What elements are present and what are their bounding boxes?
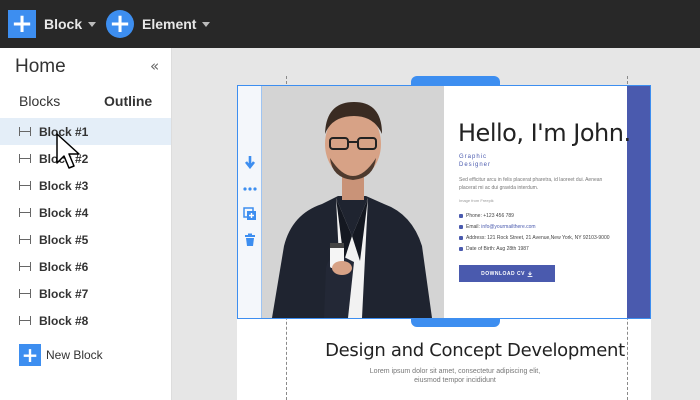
selected-block-outline[interactable] (237, 85, 651, 319)
caret-down-icon (202, 21, 211, 27)
outline-item-label: Block #3 (39, 178, 89, 193)
caret-down-icon (88, 21, 97, 27)
block-icon (19, 126, 31, 138)
new-block-button[interactable]: + New Block (19, 343, 103, 367)
page-title: Home (15, 56, 66, 77)
plus-icon: + (8, 10, 36, 38)
top-toolbar: + Block + Element (0, 0, 700, 48)
section-text: Lorem ipsum dolor sit amet, consectetur … (340, 367, 570, 385)
outline-item-label: Block #7 (39, 286, 89, 301)
add-element-label: Element (142, 16, 197, 32)
outline-item-block-7[interactable]: Block #7 (0, 280, 171, 307)
tab-outline[interactable]: Outline (104, 93, 152, 109)
block-drag-handle-bottom[interactable] (411, 318, 500, 327)
outline-item-block-8[interactable]: Block #8 (0, 307, 171, 334)
tab-blocks[interactable]: Blocks (19, 93, 60, 109)
collapse-sidebar-icon[interactable]: « (150, 57, 159, 75)
block-icon (19, 288, 31, 300)
section-heading: Design and Concept Development (325, 340, 625, 361)
outline-item-label: Block #6 (39, 259, 89, 274)
outline-item-block-1[interactable]: Block #1 (0, 118, 171, 145)
block-icon (19, 261, 31, 273)
outline-item-block-3[interactable]: Block #3 (0, 172, 171, 199)
outline-item-block-6[interactable]: Block #6 (0, 253, 171, 280)
block-icon (19, 207, 31, 219)
outline-item-label: Block #5 (39, 232, 89, 247)
outline-item-block-5[interactable]: Block #5 (0, 226, 171, 253)
add-block-label: Block (44, 16, 83, 32)
section-text-line: Lorem ipsum dolor sit amet, consectetur … (369, 368, 541, 375)
mouse-cursor-icon (56, 133, 80, 169)
new-block-label: New Block (46, 348, 103, 362)
block-icon (19, 234, 31, 246)
plus-icon: + (19, 343, 41, 367)
add-block-button[interactable]: + Block (8, 8, 97, 40)
sidebar: Home « Blocks Outline Block #1 Block #2 … (0, 48, 172, 400)
outline-item-label: Block #8 (39, 313, 89, 328)
block-icon (19, 180, 31, 192)
outline-item-block-4[interactable]: Block #4 (0, 199, 171, 226)
outline-item-label: Block #4 (39, 205, 89, 220)
section-text-line: eiusmod tempor incididunt (414, 377, 496, 384)
outline-list: Block #1 Block #2 Block #3 Block #4 Bloc… (0, 118, 171, 334)
add-element-button[interactable]: + Element (106, 8, 211, 40)
block-icon (19, 315, 31, 327)
block-icon (19, 153, 31, 165)
plus-circle-icon: + (106, 10, 134, 38)
outline-item-block-2[interactable]: Block #2 (0, 145, 171, 172)
